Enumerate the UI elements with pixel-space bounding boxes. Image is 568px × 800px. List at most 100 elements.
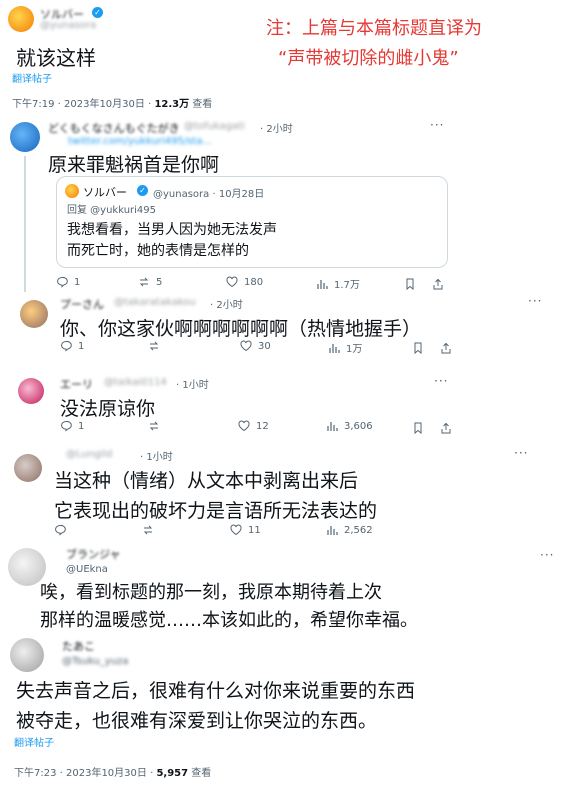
heart-icon bbox=[240, 340, 252, 352]
action-bar: 1 5 180 1.7万 bbox=[56, 276, 446, 292]
share-icon[interactable] bbox=[440, 422, 452, 434]
views-button[interactable]: 1.7万 bbox=[316, 276, 360, 291]
avatar[interactable] bbox=[18, 378, 44, 404]
reply-line1: 唉，看到标题的那一刻，我原本期待着上次 bbox=[40, 582, 382, 603]
reply-button[interactable]: 1 bbox=[60, 340, 84, 352]
repost-button[interactable] bbox=[148, 340, 160, 352]
author-handle[interactable]: @Lungild bbox=[66, 449, 112, 460]
repost-icon bbox=[139, 277, 149, 287]
post-text: 就该这样 bbox=[16, 46, 96, 70]
avatar[interactable] bbox=[10, 638, 44, 672]
quoted-post[interactable]: ソルバー ✓ @yunasora · 10月28日 回复 @yukkuri495… bbox=[56, 176, 448, 268]
verified-icon: ✓ bbox=[137, 185, 148, 196]
reply-button[interactable]: 1 bbox=[56, 276, 80, 288]
author-name[interactable]: どくもくなさんもぐたがき bbox=[48, 120, 180, 136]
views-button[interactable]: 3,606 bbox=[326, 420, 373, 432]
like-count: 30 bbox=[258, 340, 271, 352]
quoted-line2: 而死亡时，她的表情是怎样的 bbox=[67, 243, 249, 259]
quoted-line1: 我想看看，当男人因为她无法发声 bbox=[67, 222, 277, 238]
reply-button[interactable]: 1 bbox=[60, 420, 84, 432]
repost-button[interactable]: 5 bbox=[138, 276, 162, 288]
reply-text: 原来罪魁祸首是你啊 bbox=[48, 154, 220, 176]
verified-icon: ✓ bbox=[92, 7, 103, 18]
more-icon[interactable]: ··· bbox=[434, 374, 448, 388]
repost-button[interactable] bbox=[148, 420, 160, 432]
translator-note-line1: 注：上篇与本篇标题直译为 bbox=[266, 18, 482, 39]
avatar[interactable] bbox=[10, 122, 40, 152]
main-post: ソルバー ✓ @yunasora 就该这样 翻译帖子 下午7:19 · 2023… bbox=[0, 0, 568, 110]
author-handle[interactable]: @yunasora bbox=[40, 20, 96, 31]
author-handle[interactable]: @taikai0114 bbox=[104, 377, 167, 388]
reply-2[interactable]: プーさん @takaratakakou · 2小时 ··· 你、你这家伙啊啊啊啊… bbox=[14, 292, 554, 366]
quoted-name: ソルバー bbox=[83, 186, 127, 199]
post-meta: 下午7:23 · 2023年10月30日 · 5,957 查看 bbox=[14, 764, 211, 779]
avatar[interactable] bbox=[20, 300, 48, 328]
translate-link[interactable]: 翻译帖子 bbox=[12, 70, 52, 85]
author-name[interactable]: エーリ bbox=[60, 376, 93, 392]
author-handle[interactable]: @UEkna bbox=[66, 564, 108, 575]
views-icon bbox=[327, 526, 338, 535]
author-handle[interactable]: @tofukagati bbox=[184, 121, 245, 132]
share-icon[interactable] bbox=[432, 278, 444, 290]
reply-icon bbox=[61, 340, 72, 352]
views-count: 1万 bbox=[346, 344, 363, 355]
bookmark-icon[interactable] bbox=[412, 342, 424, 354]
views-count: 3,606 bbox=[344, 420, 373, 432]
quoted-reply-to: 回复 @yukkuri495 bbox=[67, 205, 157, 216]
post-time: 下午7:19 · 2023年10月30日 · bbox=[12, 99, 155, 110]
views-count: 2,562 bbox=[344, 524, 373, 536]
reply-icon bbox=[55, 524, 66, 536]
reply-time: · 2小时 bbox=[260, 124, 293, 135]
like-count: 180 bbox=[244, 276, 264, 288]
repost-count: 5 bbox=[156, 276, 163, 288]
author-handle[interactable]: @takaratakakou bbox=[114, 297, 196, 308]
more-icon[interactable]: ··· bbox=[528, 294, 542, 308]
more-icon[interactable]: ··· bbox=[540, 548, 554, 562]
reply-line1: 当这种（情绪）从文本中剥离出来后 bbox=[54, 470, 359, 492]
action-bar: 1 12 3,606 bbox=[60, 420, 456, 436]
author-name[interactable]: ブランジャ bbox=[66, 546, 120, 562]
share-icon[interactable] bbox=[440, 342, 452, 354]
reply-4[interactable]: @Lungild · 1小时 ··· 当这种（情绪）从文本中剥离出来后 它表现出… bbox=[4, 444, 560, 540]
views-suffix: 查看 bbox=[188, 768, 212, 779]
translator-note-line2: “声带被切除的雌小鬼” bbox=[278, 48, 459, 69]
heart-icon bbox=[230, 524, 242, 536]
repost-icon bbox=[143, 525, 153, 535]
link-preview[interactable]: twitter.com/yukkuri495/sta... bbox=[68, 136, 212, 147]
more-icon[interactable]: ··· bbox=[514, 446, 528, 460]
reply-3[interactable]: エーリ @taikai0114 · 1小时 ··· 没法原谅你 1 12 3,6… bbox=[14, 372, 458, 438]
like-button[interactable]: 12 bbox=[238, 420, 269, 432]
reply-6[interactable]: たあこ @Tsuku_yuza 失去声音之后，很难有什么对你来说重要的东西 被夺… bbox=[4, 632, 564, 798]
bookmark-icon[interactable] bbox=[412, 422, 424, 434]
bookmark-icon[interactable] bbox=[404, 278, 416, 290]
repost-icon bbox=[149, 341, 159, 351]
avatar[interactable] bbox=[14, 454, 42, 482]
reply-count: 1 bbox=[78, 420, 85, 432]
views-icon bbox=[317, 279, 328, 289]
reply-1[interactable]: どくもくなさんもぐたがき @tofukagati · 2小时 ··· twitt… bbox=[4, 112, 448, 298]
reply-text: 你、你这家伙啊啊啊啊啊啊（热情地握手） bbox=[60, 318, 422, 340]
views-button[interactable]: 1万 bbox=[328, 340, 362, 355]
views-button[interactable]: 2,562 bbox=[326, 524, 373, 536]
reply-icon bbox=[61, 420, 72, 432]
author-handle[interactable]: @Tsuku_yuza bbox=[62, 656, 128, 667]
reply-time: · 2小时 bbox=[210, 300, 243, 311]
post-views: 5,957 bbox=[156, 768, 189, 779]
author-name[interactable]: たあこ bbox=[62, 638, 95, 654]
reply-5[interactable]: ブランジャ @UEkna ··· 唉，看到标题的那一刻，我原本期待着上次 那样的… bbox=[4, 544, 564, 631]
heart-icon bbox=[238, 420, 250, 432]
like-button[interactable]: 11 bbox=[230, 524, 261, 536]
author-name[interactable]: プーさん bbox=[60, 296, 104, 312]
avatar[interactable] bbox=[8, 6, 34, 32]
views-icon bbox=[329, 343, 340, 353]
like-button[interactable]: 180 bbox=[226, 276, 263, 288]
post-time: 下午7:23 · 2023年10月30日 · bbox=[14, 768, 157, 779]
action-bar: 1 30 1万 bbox=[60, 340, 550, 356]
more-icon[interactable]: ··· bbox=[430, 118, 444, 132]
reply-line2: 它表现出的破坏力是言语所无法表达的 bbox=[54, 500, 378, 522]
repost-button[interactable] bbox=[142, 524, 154, 536]
quoted-handle: @yunasora · 10月28日 bbox=[153, 189, 265, 200]
like-button[interactable]: 30 bbox=[240, 340, 271, 352]
translate-link[interactable]: 翻译帖子 bbox=[14, 734, 54, 749]
reply-button[interactable] bbox=[54, 524, 66, 536]
